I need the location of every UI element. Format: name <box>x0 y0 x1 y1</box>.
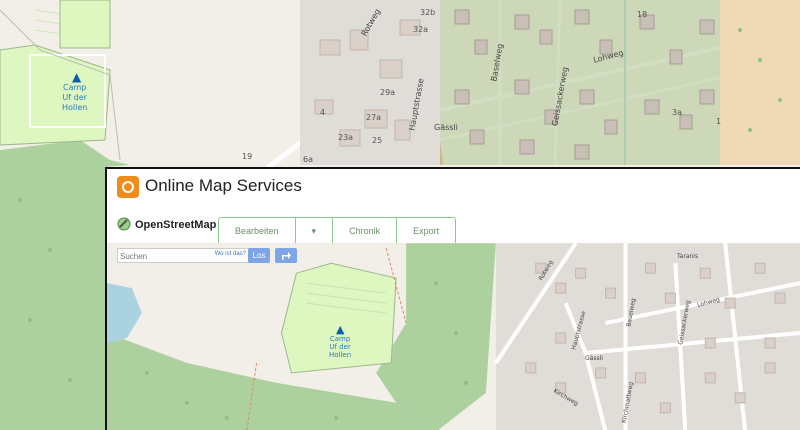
bg-house-number: 1 <box>716 117 722 126</box>
edit-dropdown-button[interactable]: ▾ <box>296 218 334 244</box>
search-go-button[interactable]: Los <box>248 248 270 263</box>
app-logo-icon <box>117 176 139 198</box>
bg-house-number: 32b <box>420 8 436 17</box>
bg-house-number: 18 <box>637 10 648 19</box>
bg-house-number: 3a <box>672 108 682 117</box>
tab-edit[interactable]: Bearbeiten <box>219 218 296 244</box>
street-taranis: Taranis <box>677 253 699 260</box>
osm-map-canvas[interactable] <box>107 243 800 430</box>
tab-export[interactable]: Export <box>397 218 455 244</box>
bg-house-number: 32a <box>413 25 429 34</box>
bg-camp-icon: ▲ <box>72 70 82 84</box>
tab-history[interactable]: Chronik <box>333 218 398 244</box>
window-title: Online Map Services <box>145 176 302 195</box>
bg-camp-label: Camp Uf der Hollen <box>62 83 88 112</box>
bg-house-number: 19 <box>242 152 253 161</box>
bg-house-number: 4 <box>320 108 326 117</box>
bg-house-number: 23a <box>338 133 354 142</box>
bg-house-number: 27a <box>366 113 382 122</box>
title-bar[interactable]: Online Map Services <box>107 169 800 207</box>
osm-logo-icon[interactable] <box>117 217 131 231</box>
search-input[interactable] <box>118 249 214 264</box>
street-gassli: Gässli <box>585 355 603 362</box>
directions-icon <box>282 252 291 260</box>
osm-header: OpenStreetMap Bearbeiten ▾ Chronik Expor… <box>107 207 800 245</box>
directions-button[interactable] <box>275 248 297 263</box>
camp-label: Camp Uf der Hollen <box>329 335 352 359</box>
app-window[interactable]: Online Map Services OpenStreetMap Bearbe… <box>105 167 800 430</box>
edit-button-group: Bearbeiten ▾ Chronik Export <box>218 217 457 245</box>
bg-house-number: 6a <box>303 155 313 164</box>
bg-house-number: 29a <box>380 88 396 97</box>
bg-house-number: 25 <box>372 136 383 145</box>
search-box: Wo ist das? <box>117 248 251 264</box>
bg-street-gassli: Gässli <box>434 123 458 132</box>
osm-brand[interactable]: OpenStreetMap <box>135 219 216 231</box>
where-is-this-link[interactable]: Wo ist das? <box>215 251 246 257</box>
